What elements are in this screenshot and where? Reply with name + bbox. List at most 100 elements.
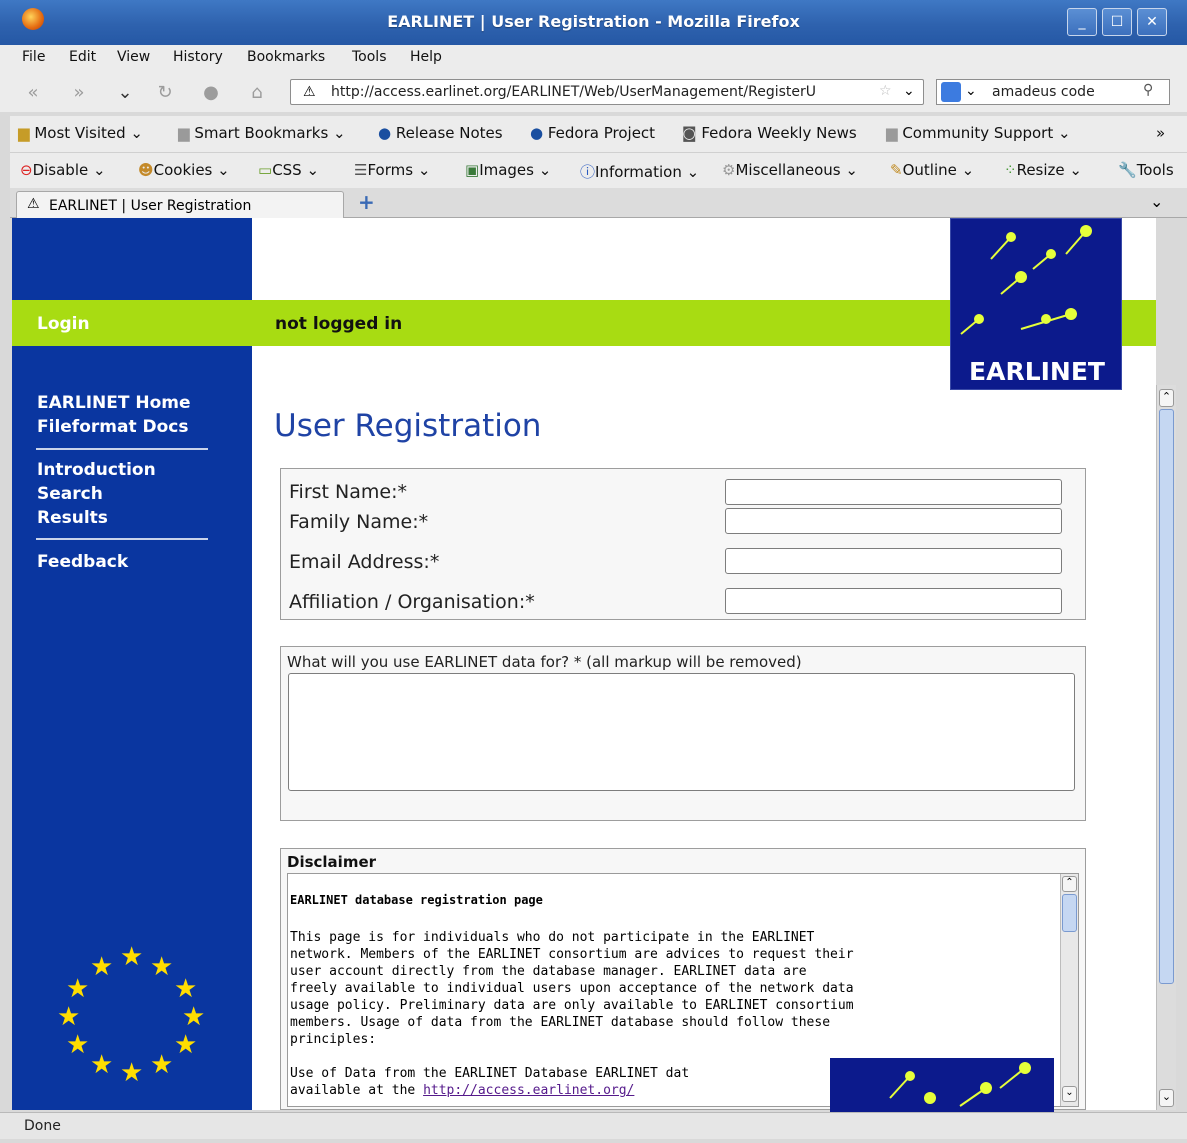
page-scroll-up-icon[interactable]: ⌃: [1159, 389, 1174, 407]
login-link[interactable]: Login: [37, 314, 90, 334]
window-titlebar: EARLINET | User Registration - Mozilla F…: [0, 0, 1187, 45]
disclaimer-line: available at the: [290, 1083, 424, 1098]
webdev-resize[interactable]: ⁘Resize ⌄: [1004, 161, 1082, 179]
maximize-button[interactable]: ☐: [1102, 8, 1132, 36]
affiliation-input[interactable]: [725, 588, 1062, 614]
affiliation-label: Affiliation / Organisation:*: [289, 591, 535, 613]
webdev-disable[interactable]: ⊖Disable ⌄: [20, 161, 106, 179]
usage-fieldset: What will you use EARLINET data for? * (…: [280, 646, 1086, 821]
outline-icon: ✎: [890, 161, 903, 179]
information-icon: ⓘ: [580, 163, 596, 181]
forward-icon[interactable]: »: [66, 80, 92, 106]
email-input[interactable]: [725, 548, 1062, 574]
disclaimer-line: This page is for individuals who do not …: [290, 930, 815, 945]
webdev-information[interactable]: ⓘInformation ⌄: [580, 161, 699, 182]
bookmark-star-icon[interactable]: ☆: [879, 83, 892, 99]
search-box[interactable]: ⌄ amadeus code ⚲: [936, 79, 1170, 105]
menu-file[interactable]: File: [22, 49, 45, 65]
page-scrollbar[interactable]: ⌃ ⌄: [1156, 385, 1176, 1110]
email-label: Email Address:*: [289, 551, 440, 573]
forms-icon: ☰: [354, 161, 368, 179]
url-bar[interactable]: ⚠ http://access.earlinet.org/EARLINET/We…: [290, 79, 924, 105]
page-scroll-thumb[interactable]: [1159, 409, 1174, 984]
webdev-tools[interactable]: 🔧Tools: [1118, 161, 1174, 179]
menu-history[interactable]: History: [173, 49, 223, 65]
bookmark-smart-bookmarks[interactable]: ▆ Smart Bookmarks ⌄: [178, 124, 346, 142]
tab-favicon-icon: ⚠: [27, 196, 40, 212]
menu-tools[interactable]: Tools: [352, 49, 387, 65]
webdev-images[interactable]: ▣Images ⌄: [465, 161, 551, 179]
tab-bar: ⚠ EARLINET | User Registration + ⌄: [10, 188, 1187, 219]
search-input[interactable]: amadeus code: [992, 84, 1095, 100]
new-tab-button[interactable]: +: [358, 190, 375, 214]
page-viewport: Login not logged in EARLINET EARLINET Ho…: [12, 218, 1156, 1110]
sidebar-item-feedback[interactable]: Feedback: [37, 552, 128, 572]
reload-icon[interactable]: ↻: [152, 80, 178, 106]
menu-view[interactable]: View: [117, 49, 150, 65]
bookmark-release-notes[interactable]: ● Release Notes: [378, 124, 503, 142]
menu-help[interactable]: Help: [410, 49, 442, 65]
url-dropdown-icon[interactable]: ⌄: [903, 83, 915, 99]
history-dropdown-icon[interactable]: ⌄: [112, 80, 138, 106]
family-name-input[interactable]: [725, 508, 1062, 534]
disclaimer-line: freely available to individual users upo…: [290, 981, 854, 996]
home-icon[interactable]: ⌂: [244, 80, 270, 106]
sidebar-item-introduction[interactable]: Introduction: [37, 460, 156, 480]
site-identity-icon[interactable]: ⚠: [303, 84, 316, 100]
minimize-button[interactable]: _: [1067, 8, 1097, 36]
bookmarks-overflow[interactable]: »: [1156, 124, 1165, 142]
usage-textarea[interactable]: [288, 673, 1075, 791]
disclaimer-line: user account directly from the database …: [290, 964, 807, 979]
bookmark-fedora-project[interactable]: ● Fedora Project: [530, 124, 655, 142]
resize-icon: ⁘: [1004, 161, 1017, 179]
scroll-thumb[interactable]: [1062, 894, 1077, 932]
scroll-down-icon[interactable]: ⌄: [1062, 1086, 1077, 1102]
bookmark-fedora-weekly-news[interactable]: ◙ Fedora Weekly News: [682, 124, 857, 142]
personal-info-fieldset: First Name:* Family Name:* Email Address…: [280, 468, 1086, 620]
webdev-css[interactable]: ▭CSS ⌄: [258, 161, 319, 179]
status-text: Done: [24, 1118, 61, 1134]
fedora-icon: ●: [378, 124, 392, 142]
sidebar-divider: [36, 448, 208, 450]
sidebar-item-search[interactable]: Search: [37, 484, 103, 504]
sidebar-item-fileformat-docs[interactable]: Fileformat Docs: [37, 417, 188, 437]
images-icon: ▣: [465, 161, 480, 179]
engine-dropdown-icon[interactable]: ⌄: [965, 83, 977, 99]
earlinet-access-link[interactable]: http://access.earlinet.org/: [423, 1083, 634, 1098]
webdev-cookies[interactable]: ☻Cookies ⌄: [138, 161, 230, 179]
bookmark-community-support[interactable]: ▆ Community Support ⌄: [886, 124, 1071, 142]
sidebar-item-earlinet-home[interactable]: EARLINET Home: [37, 393, 191, 413]
webdev-outline[interactable]: ✎Outline ⌄: [890, 161, 974, 179]
webdev-miscellaneous[interactable]: ⚙Miscellaneous ⌄: [722, 161, 858, 179]
eu-flag-stars-icon: ★ ★ ★ ★ ★ ★ ★ ★ ★ ★ ★ ★: [57, 942, 206, 1088]
menu-bookmarks[interactable]: Bookmarks: [247, 49, 325, 65]
url-text: http://access.earlinet.org/EARLINET/Web/…: [331, 84, 816, 100]
stop-icon[interactable]: ●: [198, 80, 224, 106]
scroll-up-icon[interactable]: ⌃: [1062, 876, 1077, 892]
search-icon[interactable]: ⚲: [1143, 82, 1153, 98]
back-icon[interactable]: «: [20, 80, 46, 106]
disable-icon: ⊖: [20, 161, 33, 179]
earlinet-logo-text: EARLINET: [969, 357, 1105, 386]
web-developer-toolbar: ⊖Disable ⌄ ☻Cookies ⌄ ▭CSS ⌄ ☰Forms ⌄ ▣I…: [10, 152, 1187, 188]
page-scroll-down-icon[interactable]: ⌄: [1159, 1089, 1174, 1107]
css-icon: ▭: [258, 161, 273, 179]
bookmark-most-visited[interactable]: ▆ Most Visited ⌄: [18, 124, 143, 142]
webdev-forms[interactable]: ☰Forms ⌄: [354, 161, 430, 179]
feed-icon: ◙: [682, 124, 697, 142]
google-engine-icon[interactable]: [941, 82, 961, 102]
usage-label: What will you use EARLINET data for? * (…: [287, 653, 802, 671]
tab-earlinet-registration[interactable]: ⚠ EARLINET | User Registration: [16, 191, 344, 219]
tab-list-icon[interactable]: ⌄: [1150, 192, 1163, 211]
disclaimer-line: principles:: [290, 1032, 377, 1047]
status-bar: Done: [0, 1112, 1187, 1139]
fedora-icon: ●: [530, 124, 544, 142]
sidebar-item-results[interactable]: Results: [37, 508, 108, 528]
close-button[interactable]: ✕: [1137, 8, 1167, 36]
disclaimer-scrollbar[interactable]: ⌃ ⌄: [1060, 874, 1078, 1106]
folder-icon: ▆: [886, 124, 898, 142]
login-status: not logged in: [275, 314, 403, 334]
first-name-input[interactable]: [725, 479, 1062, 505]
menu-edit[interactable]: Edit: [69, 49, 96, 65]
disclaimer-line: members. Usage of data from the EARLINET…: [290, 1015, 831, 1030]
